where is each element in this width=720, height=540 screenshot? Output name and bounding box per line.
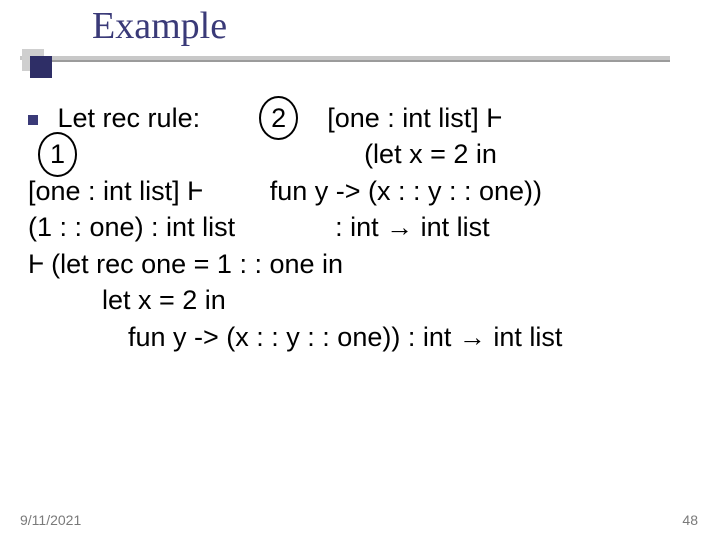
line-6: let x = 2 in <box>22 282 700 318</box>
line3-left: [one : int list] Ⱶ <box>28 176 203 206</box>
bullet-icon <box>28 115 38 125</box>
line5-text: Ⱶ (let rec one = 1 : : one in <box>28 249 343 279</box>
line-3: [one : int list] Ⱶ fun y -> (x : : y : :… <box>22 173 700 209</box>
circled-2: 2 <box>267 100 290 136</box>
title-area: Example <box>0 4 720 48</box>
let-rec-label: Let rec rule: <box>58 103 201 133</box>
line7-text: fun y -> (x : : y : : one)) : int → int … <box>128 322 562 352</box>
slide-title: Example <box>92 4 720 48</box>
accent-square <box>30 56 52 78</box>
line-2: 1 (let x = 2 in <box>22 136 700 172</box>
body-text: Let rec rule: 2 [one : int list] Ⱶ 1 (le… <box>22 100 700 355</box>
line1-after: [one : int list] Ⱶ <box>327 103 502 133</box>
line3-right: fun y -> (x : : y : : one)) <box>270 176 542 206</box>
line-7: fun y -> (x : : y : : one)) : int → int … <box>22 319 700 355</box>
line-5: Ⱶ (let rec one = 1 : : one in <box>22 246 700 282</box>
title-underline-dark <box>22 60 670 62</box>
footer-page: 48 <box>682 512 698 528</box>
line-4: (1 : : one) : int list : int → int list <box>22 209 700 245</box>
footer-date: 9/11/2021 <box>20 512 81 528</box>
circled-1: 1 <box>46 136 69 172</box>
line-1: Let rec rule: 2 [one : int list] Ⱶ <box>22 100 700 136</box>
line4-right: : int → int list <box>335 212 490 242</box>
line6-text: let x = 2 in <box>102 285 226 315</box>
line2-right: (let x = 2 in <box>364 139 497 169</box>
line4-left: (1 : : one) : int list <box>28 212 235 242</box>
slide: Example Let rec rule: 2 [one : int list]… <box>0 0 720 540</box>
